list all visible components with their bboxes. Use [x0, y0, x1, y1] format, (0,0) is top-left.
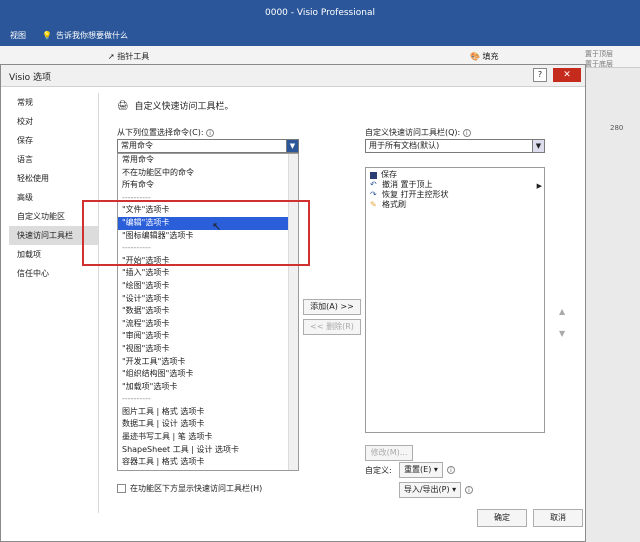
canvas-area: 280 — [584, 68, 640, 542]
command-list-item[interactable]: "数据"选项卡 — [118, 305, 298, 318]
section-header: 🖨 自定义快速访问工具栏。 — [117, 99, 234, 113]
info-icon: i — [462, 129, 471, 137]
choose-commands-dropdown[interactable]: 常用命令 ▼ — [117, 139, 299, 153]
nav-item[interactable]: 保存 — [9, 131, 98, 150]
window-title: 0000 - Visio Professional — [0, 0, 640, 26]
help-button[interactable]: ? — [533, 68, 547, 82]
qat-item-label: 保存 — [381, 170, 397, 179]
command-list-item[interactable]: 数据工具 | 设计 选项卡 — [118, 418, 298, 431]
fill-button[interactable]: 🎨 填充 — [470, 51, 499, 62]
modify-button[interactable]: 修改(M)... — [365, 445, 413, 461]
qat-list[interactable]: 保存 ↶ 撤消 置于顶上 ↷ 恢复 打开主控形状 ✎ 格式刷 ▶ — [365, 167, 545, 433]
expand-arrow-icon[interactable]: ▶ — [537, 182, 542, 190]
remove-button[interactable]: << 删除(R) — [303, 319, 361, 335]
save-icon — [370, 171, 377, 179]
choose-commands-text: 从下列位置选择命令(C): — [117, 128, 204, 137]
nav-item[interactable]: 校对 — [9, 112, 98, 131]
qat-item-format-painter[interactable]: ✎ 格式刷 — [366, 200, 544, 210]
qat-item-label: 恢复 打开主控形状 — [382, 190, 449, 199]
chevron-down-icon: ▼ — [286, 140, 298, 152]
mouse-cursor-icon: ↖ — [212, 220, 222, 233]
qat-scope-text: 自定义快速访问工具栏(Q): — [365, 128, 461, 137]
fill-label: 填充 — [482, 52, 499, 61]
command-list-item[interactable]: "加载项"选项卡 — [118, 381, 298, 394]
tab-view[interactable]: 视图 — [10, 30, 26, 41]
nav-item[interactable]: 语言 — [9, 150, 98, 169]
options-nav: 常规 校对 保存 语言 轻松使用 高级 自定义功能区 快速访问工具栏 加载项 信任中心 — [9, 93, 99, 513]
command-list-item[interactable]: 图片工具 | 格式 选项卡 — [118, 406, 298, 419]
command-list-item[interactable]: 不在功能区中的命令 — [118, 167, 298, 180]
qat-item-redo[interactable]: ↷ 恢复 打开主控形状 — [366, 190, 544, 200]
qat-panel: 🖨 自定义快速访问工具栏。 从下列位置选择命令(C): i 常用命令 ▼ 常用命… — [107, 93, 583, 513]
choose-commands-label: 从下列位置选择命令(C): i — [117, 127, 215, 138]
highlight-box — [82, 200, 310, 266]
import-export-button[interactable]: 导入/导出(P) ▾ — [399, 482, 461, 498]
info-icon: i — [206, 129, 215, 137]
ok-button[interactable]: 确定 — [477, 509, 527, 527]
choose-commands-value: 常用命令 — [121, 141, 153, 150]
command-list-item[interactable]: 容器工具 | 格式 选项卡 — [118, 456, 298, 469]
reset-button[interactable]: 重置(E) ▾ — [399, 462, 443, 478]
command-list-item[interactable]: 墨迹书写工具 | 笔 选项卡 — [118, 431, 298, 444]
dialog-title: Visio 选项 — [9, 73, 52, 83]
cancel-button[interactable]: 取消 — [533, 509, 583, 527]
close-button[interactable]: ✕ — [553, 68, 581, 82]
pointer-tool-label: 指针工具 — [117, 52, 150, 61]
qat-item-label: 撤消 置于顶上 — [382, 180, 433, 189]
command-list-item[interactable]: "开发工具"选项卡 — [118, 356, 298, 369]
dialog-titlebar: Visio 选项 ? ✕ — [1, 65, 585, 87]
pointer-tool-button[interactable]: ➚ 指针工具 — [108, 51, 149, 62]
section-title: 自定义快速访问工具栏。 — [134, 102, 234, 112]
nav-item[interactable]: 信任中心 — [9, 264, 98, 283]
command-list-item[interactable]: "组织结构图"选项卡 — [118, 368, 298, 381]
nav-item[interactable]: 轻松使用 — [9, 169, 98, 188]
qat-item-label: 格式刷 — [382, 200, 406, 209]
command-list-item[interactable]: "流程"选项卡 — [118, 318, 298, 331]
show-below-label: 在功能区下方显示快速访问工具栏(H) — [130, 484, 263, 493]
move-up-icon[interactable]: ▲ — [559, 307, 565, 316]
qat-item-save[interactable]: 保存 — [366, 170, 544, 180]
tell-me-box[interactable]: 💡 告诉我你想要做什么 — [42, 30, 128, 41]
show-below-checkbox[interactable] — [117, 484, 126, 493]
nav-item[interactable]: 常规 — [9, 93, 98, 112]
qat-scope-value: 用于所有文档(默认) — [369, 141, 440, 150]
qat-section-icon: 🖨 — [117, 100, 129, 111]
command-list-item[interactable]: 常用命令 — [118, 154, 298, 167]
info-icon: i — [465, 486, 473, 494]
command-list-item[interactable]: ShapeSheet 工具 | 设计 选项卡 — [118, 444, 298, 457]
ruler-label: 280 — [610, 124, 624, 132]
bring-to-front-button[interactable]: 置于顶层 — [585, 49, 613, 59]
command-list-item[interactable]: ---------- — [118, 393, 298, 406]
command-list-item[interactable]: "审阅"选项卡 — [118, 330, 298, 343]
qat-item-undo[interactable]: ↶ 撤消 置于顶上 — [366, 180, 544, 190]
info-icon: i — [447, 466, 455, 474]
lightbulb-icon: 💡 — [42, 31, 52, 40]
format-painter-icon: ✎ — [370, 200, 377, 209]
command-list-item[interactable]: "设计"选项卡 — [118, 293, 298, 306]
redo-icon: ↷ — [370, 190, 377, 199]
command-list-item[interactable]: "插入"选项卡 — [118, 267, 298, 280]
chevron-down-icon: ▼ — [532, 140, 544, 152]
command-list-item[interactable]: "绘图"选项卡 — [118, 280, 298, 293]
customize-label: 自定义: — [365, 466, 392, 475]
qat-scope-dropdown[interactable]: 用于所有文档(默认) ▼ — [365, 139, 545, 153]
undo-icon: ↶ — [370, 180, 377, 189]
options-dialog: Visio 选项 ? ✕ 常规 校对 保存 语言 轻松使用 高级 自定义功能区 快速访问工具栏… — [0, 64, 586, 542]
show-below-option[interactable]: 在功能区下方显示快速访问工具栏(H) — [117, 483, 262, 494]
command-list-item[interactable]: 所有命令 — [118, 179, 298, 192]
command-list-item[interactable]: "视图"选项卡 — [118, 343, 298, 356]
add-button[interactable]: 添加(A) >> — [303, 299, 361, 315]
ribbon-tabs: 视图 💡 告诉我你想要做什么 — [0, 26, 640, 46]
move-down-icon[interactable]: ▼ — [559, 329, 565, 338]
tell-me-label: 告诉我你想要做什么 — [55, 31, 128, 40]
qat-scope-label: 自定义快速访问工具栏(Q): i — [365, 127, 471, 138]
